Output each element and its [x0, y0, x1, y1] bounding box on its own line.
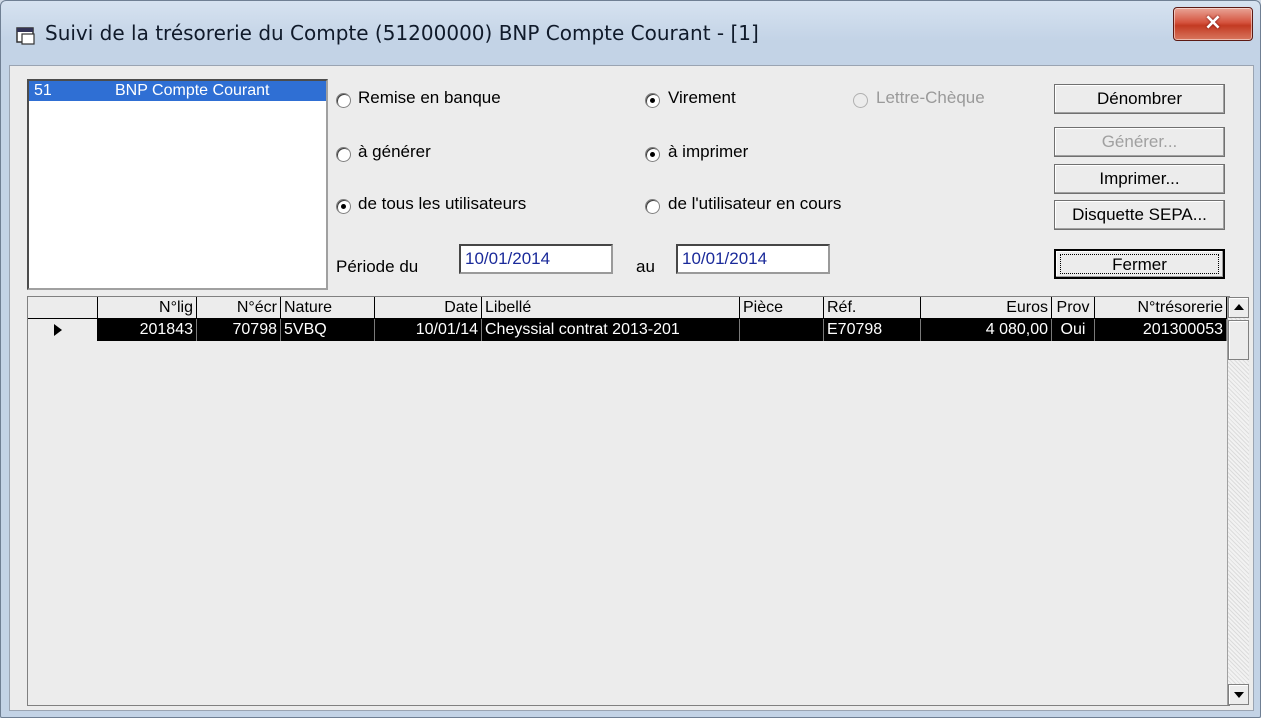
- scroll-down-button[interactable]: [1228, 684, 1249, 705]
- cell-ntresorerie[interactable]: 201300053: [1095, 319, 1227, 341]
- close-button[interactable]: ×: [1173, 7, 1253, 41]
- account-list[interactable]: 51 BNP Compte Courant: [27, 79, 328, 290]
- title-bar[interactable]: Suivi de la trésorerie du Compte (512000…: [1, 1, 1260, 63]
- grid-header: N°lig N°écr Nature Date Libellé Pièce Ré…: [28, 297, 1228, 319]
- imprimer-button[interactable]: Imprimer...: [1054, 164, 1225, 194]
- cell-nature[interactable]: 5VBQ: [281, 319, 375, 341]
- period-to-input[interactable]: 10/01/2014: [676, 244, 830, 274]
- header-necr[interactable]: N°écr: [197, 297, 281, 319]
- header-euros[interactable]: Euros: [921, 297, 1052, 319]
- close-icon: ×: [1203, 10, 1223, 35]
- cell-libelle[interactable]: Cheyssial contrat 2013-201: [482, 319, 740, 341]
- denombrer-button[interactable]: Dénombrer: [1054, 84, 1225, 114]
- window-app-icon: [16, 27, 35, 45]
- period-from-input[interactable]: 10/01/2014: [459, 244, 613, 274]
- header-ref[interactable]: Réf.: [824, 297, 921, 319]
- arrow-up-icon: [1234, 304, 1244, 310]
- radio-a-generer-label[interactable]: à générer: [358, 142, 431, 162]
- cell-euros[interactable]: 4 080,00: [921, 319, 1052, 341]
- header-ntresorerie[interactable]: N°trésorerie: [1095, 297, 1227, 319]
- radio-virement[interactable]: [645, 93, 660, 108]
- radio-remise[interactable]: [336, 93, 351, 108]
- current-row-arrow-icon: [54, 324, 62, 336]
- header-indicator: [28, 297, 98, 319]
- vertical-scrollbar[interactable]: [1227, 297, 1249, 705]
- radio-a-imprimer[interactable]: [645, 147, 660, 162]
- header-libelle[interactable]: Libellé: [482, 297, 740, 319]
- fermer-button-label: Fermer: [1112, 255, 1167, 274]
- scroll-thumb[interactable]: [1228, 320, 1249, 360]
- header-nature[interactable]: Nature: [281, 297, 375, 319]
- radio-virement-label[interactable]: Virement: [668, 88, 736, 108]
- radio-tous-utilisateurs-label[interactable]: de tous les utilisateurs: [358, 194, 526, 214]
- radio-utilisateur-en-cours-label[interactable]: de l'utilisateur en cours: [668, 194, 841, 214]
- table-row[interactable]: 201843 70798 5VBQ 10/01/14 Cheyssial con…: [28, 319, 1228, 341]
- radio-a-imprimer-label[interactable]: à imprimer: [668, 142, 748, 162]
- arrow-down-icon: [1234, 692, 1244, 698]
- row-indicator[interactable]: [28, 319, 98, 341]
- radio-a-generer[interactable]: [336, 147, 351, 162]
- header-prov[interactable]: Prov: [1052, 297, 1095, 319]
- period-to-label: au: [636, 257, 655, 276]
- radio-lettre-cheque: [853, 93, 868, 108]
- radio-remise-label[interactable]: Remise en banque: [358, 88, 501, 108]
- header-piece[interactable]: Pièce: [740, 297, 824, 319]
- generer-button: Générer...: [1054, 127, 1225, 157]
- period-from-label: Période du: [336, 257, 419, 276]
- header-nlig[interactable]: N°lig: [98, 297, 197, 319]
- account-list-item[interactable]: 51 BNP Compte Courant: [29, 81, 326, 101]
- radio-tous-utilisateurs[interactable]: [336, 199, 351, 214]
- header-date[interactable]: Date: [375, 297, 482, 319]
- cell-prov[interactable]: Oui: [1052, 319, 1095, 341]
- disquette-sepa-button[interactable]: Disquette SEPA...: [1054, 200, 1225, 230]
- window-title: Suivi de la trésorerie du Compte (512000…: [45, 21, 759, 45]
- fermer-button[interactable]: Fermer: [1054, 249, 1225, 279]
- cell-ref[interactable]: E70798: [824, 319, 921, 341]
- cell-piece[interactable]: [740, 319, 824, 341]
- account-code: 51: [34, 82, 52, 99]
- cell-necr[interactable]: 70798: [197, 319, 281, 341]
- scroll-up-button[interactable]: [1228, 297, 1249, 318]
- cell-nlig[interactable]: 201843: [98, 319, 197, 341]
- radio-utilisateur-en-cours[interactable]: [645, 199, 660, 214]
- cell-date[interactable]: 10/01/14: [375, 319, 482, 341]
- account-name: BNP Compte Courant: [115, 82, 270, 99]
- treasury-grid[interactable]: N°lig N°écr Nature Date Libellé Pièce Ré…: [27, 296, 1249, 706]
- radio-lettre-cheque-label: Lettre-Chèque: [876, 88, 985, 107]
